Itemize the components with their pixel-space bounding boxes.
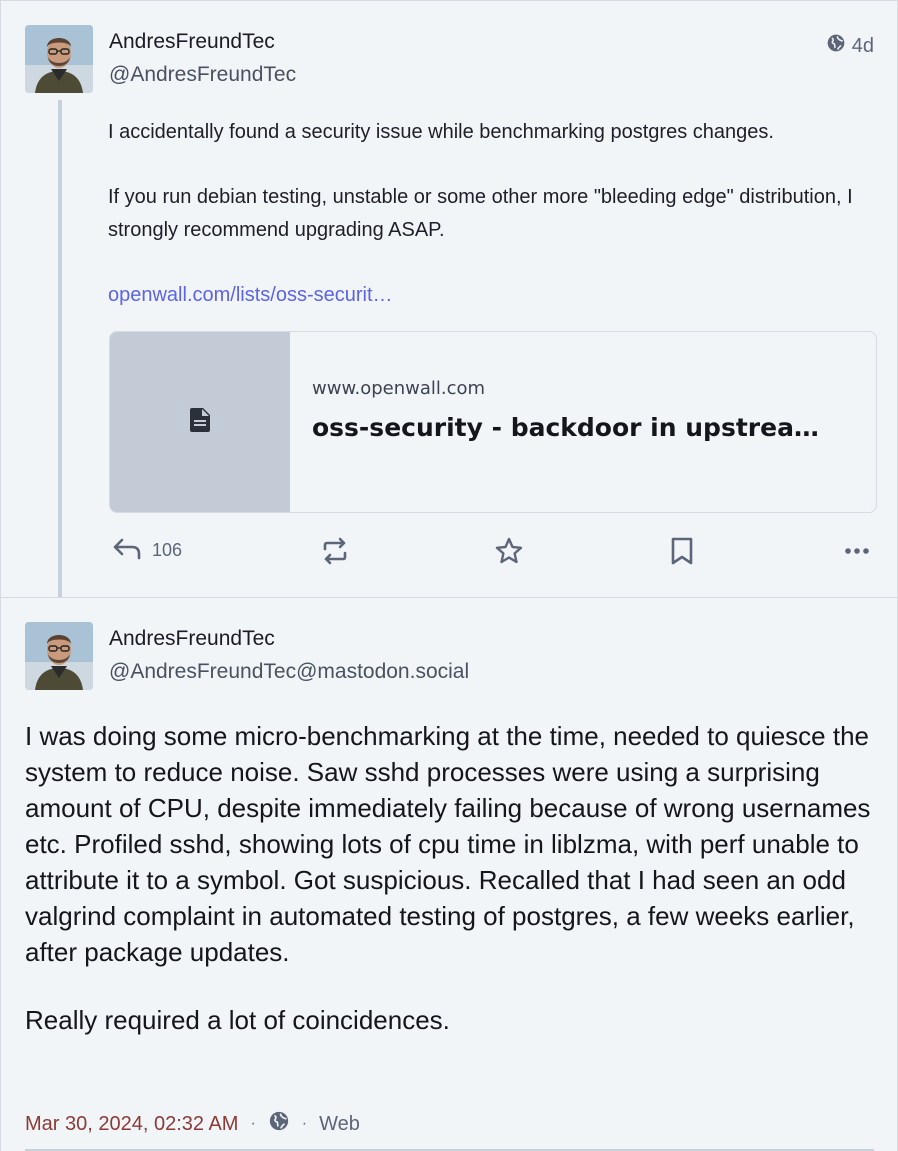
application-name: Web	[319, 1112, 360, 1135]
globe-icon	[826, 33, 846, 59]
separator-dot: ·	[250, 1115, 256, 1132]
action-bar: 106	[112, 536, 872, 572]
star-icon	[494, 536, 524, 571]
post-link[interactable]: openwall.com/lists/oss-securit…	[108, 284, 393, 306]
avatar[interactable]	[25, 25, 93, 93]
time-ago: 4d	[851, 34, 874, 57]
status-detail: AndresFreundTec @AndresFreundTec@mastodo…	[0, 598, 898, 1151]
post-content: I accidentally found a security issue wh…	[108, 116, 868, 344]
globe-icon	[268, 1110, 290, 1138]
more-button[interactable]	[844, 536, 870, 571]
separator-dot: ·	[301, 1115, 308, 1132]
author-handle[interactable]: @AndresFreundTec@mastodon.social	[109, 660, 469, 684]
author-name[interactable]: AndresFreundTec	[109, 30, 275, 54]
boost-button[interactable]	[320, 536, 350, 571]
bookmark-button[interactable]	[669, 536, 695, 571]
boost-icon	[320, 536, 350, 571]
reply-button[interactable]: 106	[112, 536, 182, 565]
status-post[interactable]: AndresFreundTec @AndresFreundTec 4d I ac…	[0, 0, 898, 598]
avatar-image	[25, 25, 93, 93]
post-date[interactable]: Mar 30, 2024, 02:32 AM	[25, 1113, 238, 1136]
author-name[interactable]: AndresFreundTec	[109, 627, 275, 651]
more-icon	[844, 536, 870, 571]
post-content: I was doing some micro-benchmarking at t…	[25, 718, 875, 1070]
post-paragraph: I was doing some micro-benchmarking at t…	[25, 721, 871, 967]
card-host: www.openwall.com	[312, 378, 486, 399]
avatar[interactable]	[25, 622, 93, 690]
card-title: oss-security - backdoor in upstrea…	[312, 413, 819, 442]
reply-count: 106	[152, 540, 183, 560]
post-paragraph: If you run debian testing, unstable or s…	[108, 186, 853, 241]
favourite-button[interactable]	[494, 536, 524, 571]
post-paragraph: Really required a lot of coincidences.	[25, 1005, 450, 1035]
thread-line	[58, 100, 62, 597]
author-handle[interactable]: @AndresFreundTec	[109, 63, 296, 87]
avatar-image	[25, 622, 93, 690]
post-timestamp[interactable]: 4d	[826, 33, 874, 59]
post-paragraph: I accidentally found a security issue wh…	[108, 121, 774, 143]
document-icon	[190, 407, 210, 437]
reply-icon	[112, 536, 142, 565]
status-footer: Mar 30, 2024, 02:32 AM · · Web	[25, 1110, 360, 1138]
card-thumbnail	[110, 332, 290, 512]
link-preview-card[interactable]: www.openwall.com oss-security - backdoor…	[109, 331, 877, 513]
bookmark-icon	[669, 536, 695, 571]
